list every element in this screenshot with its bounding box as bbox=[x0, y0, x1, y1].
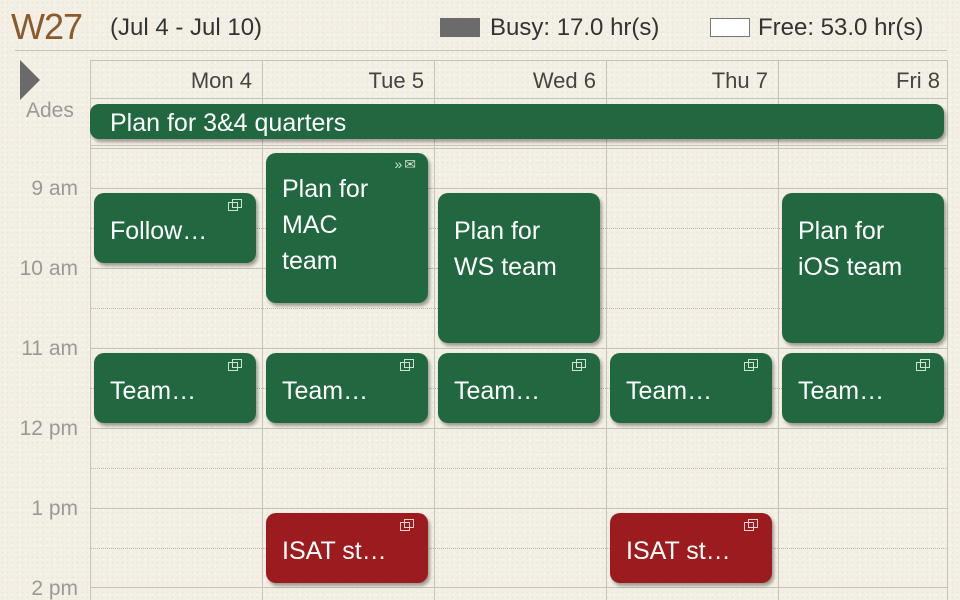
repeat-icon bbox=[228, 359, 242, 371]
event-team-tue[interactable]: Team… bbox=[266, 353, 428, 423]
event-title: Plan for iOS team bbox=[798, 217, 903, 281]
busy-legend-swatch bbox=[440, 18, 480, 37]
grid-line bbox=[90, 468, 948, 469]
event-title: Plan for MAC team bbox=[282, 175, 369, 275]
event-title: Follow… bbox=[110, 217, 208, 245]
repeat-icon bbox=[744, 359, 758, 371]
time-label-10am: 10 am bbox=[19, 257, 78, 280]
grid-line bbox=[90, 548, 948, 549]
grid-line bbox=[778, 60, 779, 600]
event-team-mon[interactable]: Team… bbox=[94, 353, 256, 423]
triangle-right-icon[interactable] bbox=[20, 60, 40, 100]
event-title: ISAT st… bbox=[626, 537, 731, 565]
free-hours-label: Free: 53.0 hr(s) bbox=[758, 14, 924, 41]
time-label-9am: 9 am bbox=[31, 177, 78, 200]
all-day-label: Ades bbox=[26, 99, 74, 122]
event-team-wed[interactable]: Team… bbox=[438, 353, 600, 423]
time-label-11am: 11 am bbox=[21, 337, 78, 360]
event-title: Plan for 3&4 quarters bbox=[110, 109, 347, 137]
event-team-thu[interactable]: Team… bbox=[610, 353, 772, 423]
grid-line bbox=[90, 587, 948, 588]
header-divider bbox=[15, 50, 947, 51]
day-header-mon[interactable]: Mon 4 bbox=[90, 68, 262, 94]
day-header-wed[interactable]: Wed 6 bbox=[434, 68, 606, 94]
day-header-thu[interactable]: Thu 7 bbox=[606, 68, 778, 94]
event-isat-tue[interactable]: ISAT st… bbox=[266, 513, 428, 583]
calendar-header: W27 (Jul 4 - Jul 10) Busy: 17.0 hr(s) Fr… bbox=[0, 0, 960, 51]
grid-line bbox=[606, 60, 607, 600]
grid-line bbox=[947, 60, 948, 600]
event-title: Team… bbox=[282, 377, 369, 405]
week-grid[interactable]: Mon 4 Tue 5 Wed 6 Thu 7 Fri 8 Plan for 3… bbox=[90, 60, 948, 600]
grid-line bbox=[262, 60, 263, 600]
event-plan-mac[interactable]: »✉ Plan for MAC team bbox=[266, 153, 428, 303]
event-title: Team… bbox=[626, 377, 713, 405]
day-header-fri[interactable]: Fri 8 bbox=[778, 68, 950, 94]
repeat-icon bbox=[572, 359, 586, 371]
grid-line bbox=[90, 60, 948, 61]
event-plan-quarters[interactable]: Plan for 3&4 quarters bbox=[90, 104, 944, 139]
grid-line bbox=[90, 98, 948, 99]
week-number[interactable]: W27 bbox=[11, 6, 83, 48]
grid-line bbox=[90, 188, 948, 189]
day-header-tue[interactable]: Tue 5 bbox=[262, 68, 434, 94]
event-title: Team… bbox=[454, 377, 541, 405]
grid-line bbox=[90, 348, 948, 349]
event-follow[interactable]: Follow… bbox=[94, 193, 256, 263]
event-title: ISAT st… bbox=[282, 537, 387, 565]
grid-line bbox=[90, 508, 948, 509]
time-label-1pm: 1 pm bbox=[31, 497, 78, 520]
busy-hours-label: Busy: 17.0 hr(s) bbox=[490, 14, 660, 41]
mail-icon: »✉ bbox=[394, 156, 418, 172]
grid-line bbox=[90, 428, 948, 429]
event-title: Team… bbox=[798, 377, 885, 405]
repeat-icon bbox=[228, 199, 242, 211]
grid-line bbox=[90, 60, 91, 600]
all-day-divider bbox=[90, 145, 948, 149]
event-isat-thu[interactable]: ISAT st… bbox=[610, 513, 772, 583]
event-plan-ios[interactable]: Plan for iOS team bbox=[782, 193, 944, 343]
repeat-icon bbox=[744, 519, 758, 531]
repeat-icon bbox=[916, 359, 930, 371]
event-title: Plan for WS team bbox=[454, 217, 557, 281]
event-team-fri[interactable]: Team… bbox=[782, 353, 944, 423]
grid-line bbox=[434, 60, 435, 600]
free-legend-swatch bbox=[710, 18, 750, 37]
event-title: Team… bbox=[110, 377, 197, 405]
week-date-range: (Jul 4 - Jul 10) bbox=[110, 14, 263, 41]
time-label-2pm: 2 pm bbox=[31, 577, 78, 600]
event-plan-ws[interactable]: Plan for WS team bbox=[438, 193, 600, 343]
time-label-12pm: 12 pm bbox=[19, 417, 78, 440]
repeat-icon bbox=[400, 519, 414, 531]
repeat-icon bbox=[400, 359, 414, 371]
